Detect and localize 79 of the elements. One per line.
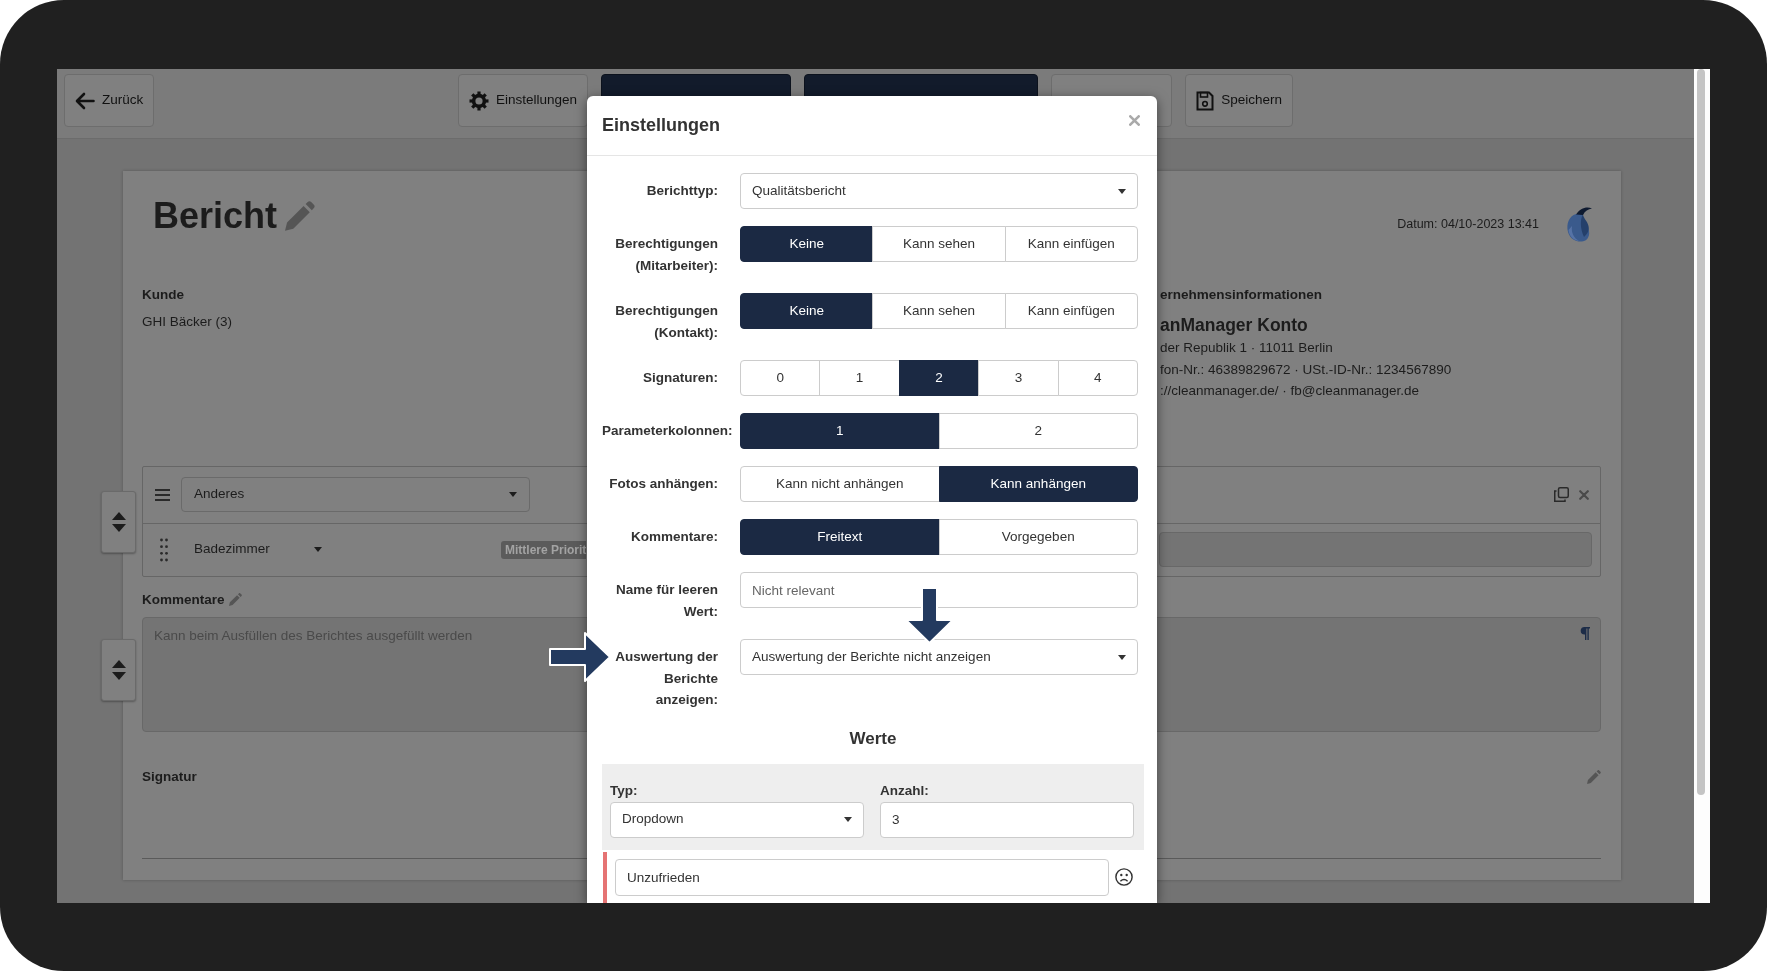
report-date: Datum: 04/10-2023 13:41 — [1397, 215, 1539, 233]
toggle-button[interactable]: 1 — [819, 360, 900, 396]
save-icon — [1196, 90, 1215, 111]
company-heading: ernehmensinformationen — [1160, 286, 1323, 304]
sort-handle[interactable] — [101, 491, 136, 553]
company-name: anManager Konto — [1160, 314, 1308, 337]
arrow-left-icon — [75, 91, 95, 110]
input-field[interactable] — [1159, 532, 1592, 567]
field-label: Berechtigungen (Kontakt): — [614, 302, 719, 342]
value-field[interactable]: Unzufrieden — [615, 858, 1109, 896]
settings-icon — [469, 90, 490, 111]
copy-icon[interactable] — [1554, 487, 1569, 502]
pilcrow-icon[interactable] — [1580, 626, 1590, 640]
company-info-line: fon-Nr.: 46389829672 · USt.-ID-Nr.: 1234567890 — [1160, 360, 1452, 379]
sort-icon — [110, 512, 127, 532]
customer-name: GHI Bäcker (3) — [142, 313, 233, 331]
field-label: Fotos anhängen: — [608, 475, 719, 493]
menu-icon[interactable] — [155, 488, 170, 501]
caret-icon — [509, 492, 517, 497]
toggle-button[interactable]: Keine — [740, 226, 874, 262]
scrollbar[interactable] — [1694, 69, 1710, 903]
option-select[interactable]: Qualitätsbericht — [740, 173, 1138, 209]
toggle-button[interactable]: Kann sehen — [872, 226, 1006, 262]
field-label: Signaturen: — [642, 369, 719, 387]
toggle-button[interactable]: Freitext — [740, 519, 940, 555]
caret-icon — [844, 817, 852, 822]
settings-button[interactable]: Einstellungen — [458, 74, 589, 127]
caret-icon — [314, 547, 322, 552]
toggle-button[interactable]: 4 — [1057, 360, 1139, 396]
pencil-icon[interactable] — [228, 593, 242, 606]
toggle-button[interactable]: 3 — [978, 360, 1059, 396]
sort-handle[interactable] — [101, 639, 136, 701]
pencil-icon[interactable] — [285, 201, 316, 231]
logo-icon — [1566, 206, 1592, 242]
toggle-button[interactable]: Kann anhängen — [938, 466, 1138, 502]
caret-icon — [1118, 654, 1126, 660]
toggle-button[interactable]: 2 — [938, 413, 1138, 449]
company-info-line: der Republik 1 · 11011 Berlin — [1160, 339, 1333, 357]
toggle-button[interactable]: Kann sehen — [872, 293, 1006, 329]
type-label: Typ: — [610, 781, 638, 799]
toggle-button[interactable]: Kann nicht anhängen — [740, 466, 940, 502]
field-label: Auswertung der Berichte anzeigen: — [614, 648, 719, 709]
back-button[interactable]: Zurück — [64, 74, 155, 127]
toggle-button[interactable]: Vorgegeben — [938, 519, 1138, 555]
comments-label: Kommentare — [142, 590, 225, 609]
callout-arrow — [905, 587, 954, 644]
toggle-button[interactable]: 0 — [740, 360, 821, 396]
pencil-icon[interactable] — [1587, 769, 1601, 784]
field-label: Kommentare: — [629, 528, 719, 546]
sort-icon — [110, 660, 127, 680]
report-title: Bericht — [153, 194, 278, 238]
option-select[interactable]: Auswertung der Berichte nicht anzeigen — [740, 639, 1138, 675]
toggle-button[interactable]: Keine — [740, 293, 874, 329]
room-dropdown[interactable]: Badezimmer — [194, 534, 330, 565]
toggle-button[interactable]: Kann einfügen — [1004, 293, 1138, 329]
signature-label: Signatur — [142, 767, 197, 786]
close-icon — [1129, 115, 1140, 126]
field-label: Berichttyp: — [645, 182, 719, 200]
close-icon[interactable] — [1579, 489, 1589, 500]
dialog-title: Einstellungen — [602, 114, 720, 137]
category-select[interactable]: Anderes — [181, 477, 530, 512]
count-field[interactable]: 3 — [880, 801, 1134, 838]
caret-icon — [1118, 188, 1126, 194]
text-field[interactable]: Nicht relevant — [740, 572, 1138, 608]
drag-handle-icon[interactable] — [160, 537, 168, 562]
scrollbar-thumb[interactable] — [1697, 69, 1705, 795]
toggle-button[interactable]: 2 — [898, 360, 980, 396]
toggle-button[interactable]: 1 — [740, 413, 940, 449]
close-button[interactable] — [1129, 115, 1140, 126]
count-label: Anzahl: — [880, 781, 929, 799]
sad-face-icon[interactable] — [1115, 868, 1133, 886]
toggle-button[interactable]: Kann einfügen — [1004, 226, 1138, 262]
field-label: Parameterkolonnen: — [602, 422, 734, 440]
field-label: Berechtigungen (Mitarbeiter): — [614, 235, 719, 275]
type-select[interactable]: Dropdown — [610, 801, 864, 838]
save-button[interactable]: Speichern — [1185, 74, 1293, 127]
priority-badge: Mittlere Priorit — [501, 540, 587, 559]
customer-label: Kunde — [142, 286, 184, 304]
company-info-line: ://cleanmanager.de/ · fb@cleanmanager.de — [1160, 382, 1420, 400]
